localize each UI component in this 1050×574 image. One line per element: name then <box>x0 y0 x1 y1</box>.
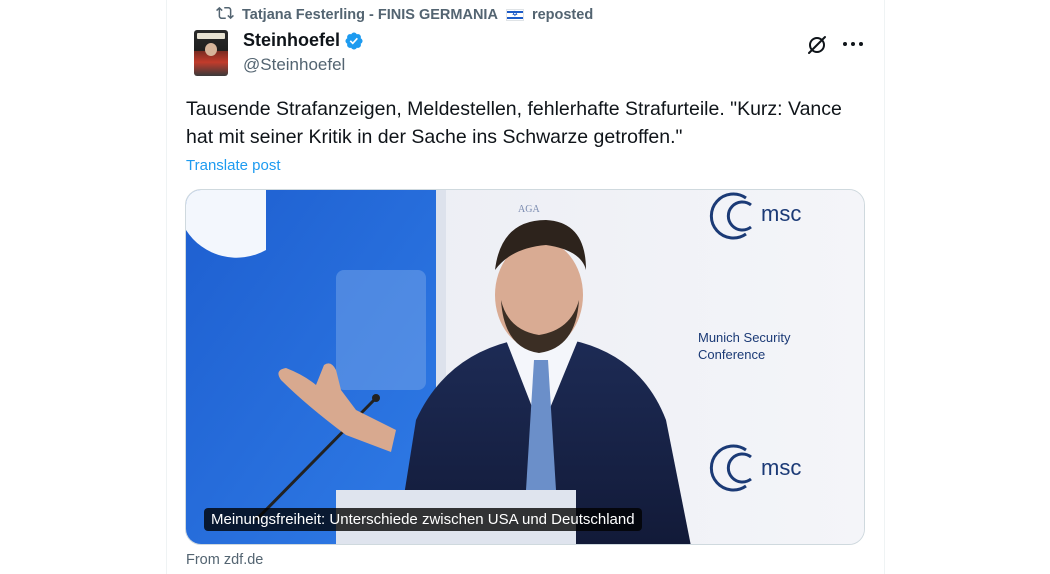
repost-action: reposted <box>531 7 594 23</box>
post-text: Tausende Strafanzeigen, Meldestellen, fe… <box>186 98 842 148</box>
more-options-icon[interactable] <box>843 42 863 48</box>
msc-logo-bottom: msc <box>761 455 801 480</box>
repost-icon <box>216 4 234 26</box>
speaker-photo: msc msc Munich Security Conference AGA <box>186 190 864 544</box>
translate-post-link[interactable]: Translate post <box>186 157 281 174</box>
grok-icon[interactable] <box>806 34 828 56</box>
backdrop-conference-line2: Conference <box>698 347 765 362</box>
link-source[interactable]: From zdf.de <box>186 552 263 568</box>
hotel-crest: AGA <box>518 204 540 215</box>
timeline-right-border <box>884 0 885 574</box>
msc-logo-top: msc <box>761 201 801 226</box>
media-caption: Meinungsfreiheit: Unterschiede zwischen … <box>204 508 642 531</box>
israel-flag-icon: ✡ <box>505 9 524 21</box>
link-card-image[interactable]: msc msc Munich Security Conference AGA M… <box>185 189 865 545</box>
avatar[interactable] <box>194 30 228 76</box>
verified-badge-icon[interactable] <box>344 31 364 51</box>
author-handle[interactable]: @Steinhoefel <box>243 55 345 75</box>
backdrop-conference-line1: Munich Security <box>698 330 791 345</box>
timeline-left-border <box>166 0 167 574</box>
repost-context[interactable]: Tatjana Festerling - FINIS GERMANIA ✡ re… <box>216 5 593 25</box>
author-name[interactable]: Steinhoefel <box>243 30 340 51</box>
repost-user[interactable]: Tatjana Festerling - FINIS GERMANIA <box>242 7 498 23</box>
